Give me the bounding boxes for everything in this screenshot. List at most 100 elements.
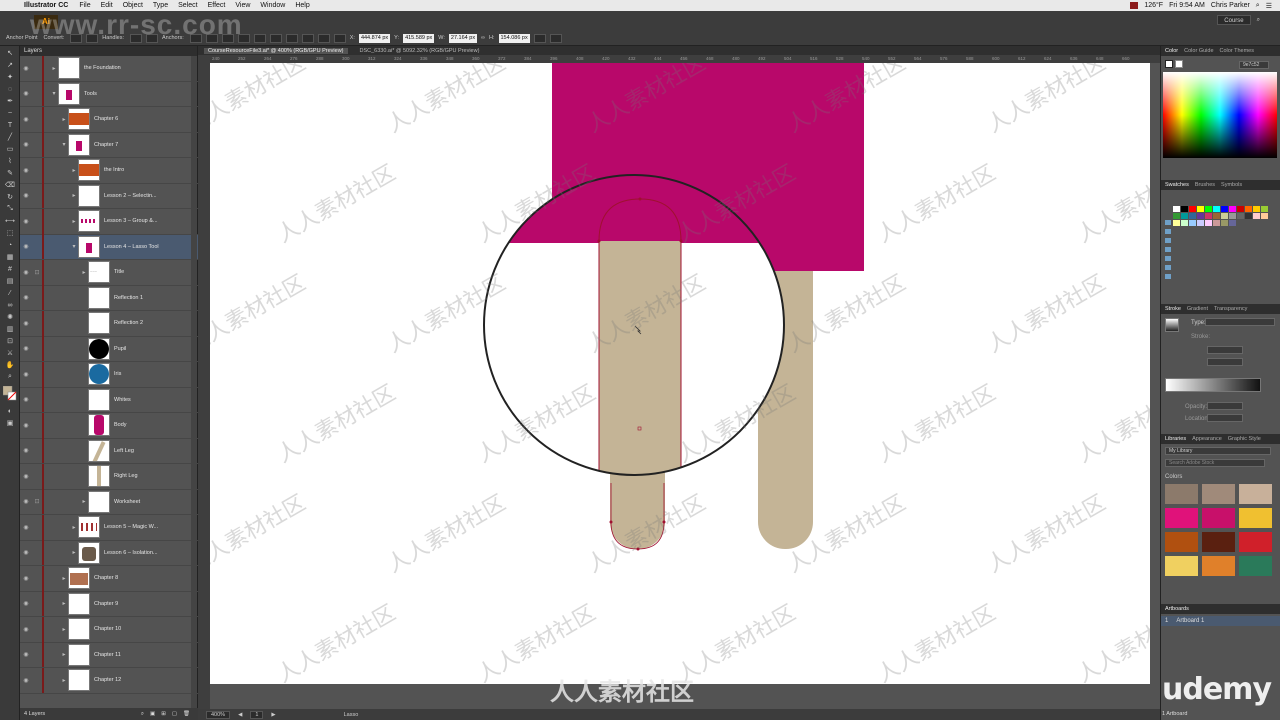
layer-row[interactable]: ◉▾Lesson 4 – Lasso Tool○	[20, 234, 198, 260]
anchor-point-1[interactable]	[609, 520, 613, 524]
swatch[interactable]	[1205, 220, 1212, 226]
layer-name[interactable]: Chapter 10	[94, 626, 188, 632]
menu-view[interactable]: View	[230, 2, 255, 9]
visibility-eye-icon[interactable]: ◉	[20, 422, 32, 429]
swatch[interactable]	[1197, 206, 1204, 212]
vertical-ruler[interactable]	[198, 55, 210, 709]
width-field[interactable]: 27.164 px	[448, 33, 478, 43]
y-field[interactable]: 415.589 px	[403, 33, 435, 43]
expand-arrow-icon[interactable]: ▸	[60, 626, 68, 633]
library-color-swatch[interactable]	[1202, 556, 1235, 576]
new-sublayer-icon[interactable]: ⊞	[161, 708, 166, 720]
expand-arrow-icon[interactable]: ▸	[70, 218, 78, 225]
panel-tab[interactable]: Brushes	[1195, 182, 1215, 188]
visibility-eye-icon[interactable]: ◉	[20, 192, 32, 199]
panel-tab[interactable]: Stroke	[1165, 306, 1181, 312]
swatch[interactable]	[1261, 206, 1268, 212]
align-middle-button[interactable]	[301, 33, 314, 43]
expand-arrow-icon[interactable]: ▸	[60, 677, 68, 684]
align-top-button[interactable]	[285, 33, 298, 43]
menu-effect[interactable]: Effect	[203, 2, 231, 9]
layer-row[interactable]: ◉Pupil○	[20, 336, 198, 362]
visibility-eye-icon[interactable]: ◉	[20, 218, 32, 225]
expand-arrow-icon[interactable]: ▸	[60, 651, 68, 658]
swatch[interactable]	[1221, 220, 1228, 226]
aspect-field[interactable]	[1207, 358, 1243, 366]
layer-row[interactable]: ◉Body○	[20, 412, 198, 439]
search-icon[interactable]: ⌕	[1256, 2, 1260, 10]
swatch[interactable]	[1189, 213, 1196, 219]
slice-tool-icon[interactable]: ⚔	[3, 348, 17, 358]
swatch[interactable]	[1245, 213, 1252, 219]
location-field[interactable]	[1207, 414, 1243, 422]
angle-field[interactable]	[1207, 346, 1243, 354]
visibility-eye-icon[interactable]: ◉	[20, 396, 32, 403]
line-tool-icon[interactable]: ╱	[3, 132, 17, 142]
prev-artboard-icon[interactable]: ◀	[238, 712, 242, 718]
artboards-tab[interactable]: Artboards	[1165, 606, 1189, 612]
layer-row[interactable]: ◉Reflection 2○	[20, 310, 198, 337]
visibility-eye-icon[interactable]: ◉	[20, 498, 32, 505]
stroke-swatch-icon[interactable]	[1175, 60, 1183, 68]
layer-row[interactable]: ◉Whites○	[20, 387, 198, 413]
layer-row[interactable]: ◉▸the Intro○	[20, 157, 198, 184]
layer-row[interactable]: ◉▸the Foundation○	[20, 56, 198, 82]
gradient-slider[interactable]	[1165, 378, 1261, 392]
paintbrush-tool-icon[interactable]: ⌇	[3, 156, 17, 166]
status-app-icon[interactable]	[1130, 2, 1139, 9]
expand-arrow-icon[interactable]: ▸	[60, 116, 68, 123]
layer-name[interactable]: the Intro	[104, 167, 188, 173]
visibility-eye-icon[interactable]: ◉	[20, 447, 32, 454]
swatch[interactable]	[1253, 213, 1260, 219]
perspective-grid-tool-icon[interactable]: ▦	[3, 252, 17, 262]
panel-tab[interactable]: Swatches	[1165, 182, 1189, 188]
visibility-eye-icon[interactable]: ◉	[20, 90, 32, 97]
layer-row[interactable]: ◉▸Chapter 6○	[20, 106, 198, 133]
layer-row[interactable]: ◉▸Chapter 8○	[20, 565, 198, 592]
free-transform-tool-icon[interactable]: ⬚	[3, 228, 17, 238]
artwork[interactable]: 人人素材社区 人人素材社区 人人素材社区 人人素材社区 人人素材社区人人素材社区 人人素材…	[210, 63, 1160, 688]
zoom-tool-icon[interactable]: ⌕	[3, 372, 17, 382]
library-color-swatch[interactable]	[1239, 484, 1272, 504]
layer-row[interactable]: ◉Reflection 1○	[20, 285, 198, 311]
layer-row[interactable]: ◉⊡▸Worksheet○	[20, 489, 198, 515]
layer-name[interactable]: Body	[114, 422, 188, 428]
library-color-swatch[interactable]	[1165, 484, 1198, 504]
panel-tab[interactable]: Symbols	[1221, 182, 1242, 188]
layer-name[interactable]: Chapter 7	[94, 142, 188, 148]
swatch[interactable]	[1181, 213, 1188, 219]
rectangle-tool-icon[interactable]: ▭	[3, 144, 17, 154]
swatch[interactable]	[1181, 206, 1188, 212]
gradient-type-dropdown[interactable]	[1205, 318, 1275, 326]
layer-name[interactable]: Chapter 12	[94, 677, 188, 683]
visibility-eye-icon[interactable]: ◉	[20, 626, 32, 633]
layer-name[interactable]: Chapter 8	[94, 575, 188, 581]
width-tool-icon[interactable]: ⟷	[3, 216, 17, 226]
x-field[interactable]: 444.874 px	[358, 33, 391, 43]
panel-tab[interactable]: Libraries	[1165, 436, 1186, 442]
layer-name[interactable]: Lesson 6 – Isolation...	[104, 550, 188, 556]
library-search[interactable]: Search Adobe Stock	[1165, 459, 1265, 467]
delete-layer-icon[interactable]: 🗑	[183, 708, 190, 720]
zoom-dropdown[interactable]: 400%	[206, 710, 231, 719]
gradient-tool-icon[interactable]: ▤	[3, 276, 17, 286]
link-icon[interactable]: ∞	[481, 35, 485, 41]
visibility-eye-icon[interactable]: ◉	[20, 473, 32, 480]
layer-name[interactable]: Chapter 6	[94, 116, 188, 122]
pencil-tool-icon[interactable]: ✎	[3, 168, 17, 178]
next-artboard-icon[interactable]: ▶	[271, 712, 275, 718]
expand-arrow-icon[interactable]: ▸	[70, 549, 78, 556]
swatch[interactable]	[1237, 206, 1244, 212]
color-spectrum[interactable]	[1163, 72, 1277, 158]
layer-name[interactable]: Lesson 2 – Selectin...	[104, 193, 188, 199]
symbol-sprayer-tool-icon[interactable]: ✺	[3, 312, 17, 322]
isolate-button[interactable]	[533, 33, 546, 43]
eraser-tool-icon[interactable]: ⌫	[3, 180, 17, 190]
hex-field[interactable]: 9e7c52	[1239, 61, 1269, 69]
user-name[interactable]: Chris Parker	[1211, 2, 1250, 9]
layer-row[interactable]: ◉Left Leg○	[20, 438, 198, 464]
menu-list-icon[interactable]: ☰	[1266, 2, 1272, 10]
swatch[interactable]	[1229, 220, 1236, 226]
swatch-grid[interactable]	[1173, 206, 1268, 226]
lasso-tool-icon[interactable]: ◌	[3, 84, 17, 94]
